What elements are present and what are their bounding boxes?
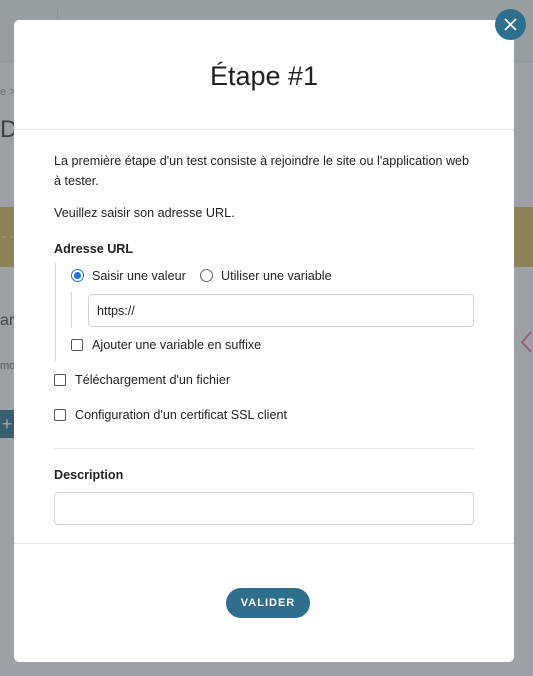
radio-use-variable[interactable] [200,269,213,282]
suffix-variable-checkbox[interactable] [71,339,83,351]
close-button[interactable] [495,9,526,40]
description-label: Description [54,468,124,482]
step-modal: Étape #1 La première étape d'un test con… [14,20,514,662]
radio-use-variable-label[interactable]: Utiliser une variable [221,269,332,283]
radio-enter-value[interactable] [71,269,84,282]
url-group-line [55,263,56,361]
ssl-certificate-checkbox[interactable] [54,409,66,421]
modal-title: Étape #1 [209,61,319,91]
url-section-label: Adresse URL [54,242,134,256]
modal-footer-divider [14,543,514,544]
validate-button[interactable]: VALIDER [226,588,310,618]
intro-url-text: Veuillez saisir son adresse URL. [54,206,235,220]
section-divider [54,448,474,449]
suffix-variable-label[interactable]: Ajouter une variable en suffixe [92,338,261,352]
url-input[interactable] [88,294,474,327]
file-download-label[interactable]: Téléchargement d'un fichier [75,373,230,387]
modal-header: Étape #1 [14,20,514,130]
intro-text: La première étape d'un test consiste à r… [54,154,470,188]
url-input-indent-line [71,292,72,328]
description-input[interactable] [54,492,474,525]
ssl-certificate-label[interactable]: Configuration d'un certificat SSL client [75,408,287,422]
radio-enter-value-label[interactable]: Saisir une valeur [92,269,186,283]
file-download-checkbox[interactable] [54,374,66,386]
close-icon [504,18,517,31]
